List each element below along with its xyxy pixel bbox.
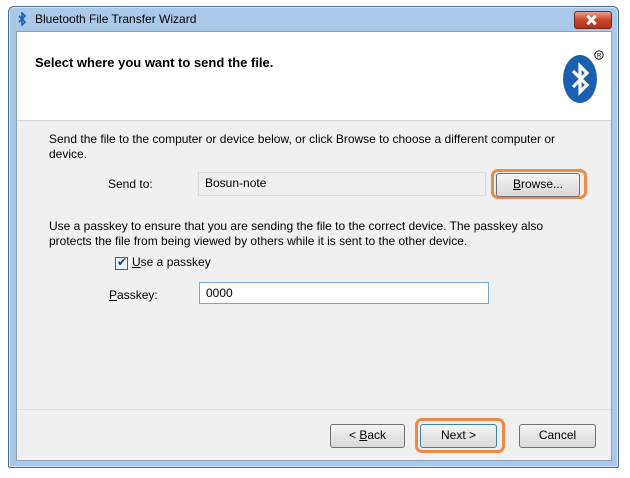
use-passkey-text: se a passkey: [140, 255, 211, 269]
wizard-header: Select where you want to send the file. …: [17, 32, 611, 121]
bluetooth-logo-icon: R: [563, 50, 604, 103]
browse-label: rowse...: [521, 177, 564, 191]
back-label: ack: [367, 428, 387, 442]
send-to-field: Bosun-note: [198, 172, 486, 196]
browse-hotkey: B: [512, 177, 521, 191]
send-description: Send the file to the computer or device …: [49, 132, 556, 161]
use-passkey-hotkey: U: [132, 255, 141, 269]
wizard-footer: < Back Next > Cancel: [17, 409, 611, 460]
passkey-label-text: asskey:: [117, 288, 158, 302]
page-title: Select where you want to send the file.: [35, 55, 274, 70]
browse-button[interactable]: Browse...: [496, 173, 580, 197]
next-button[interactable]: Next >: [420, 424, 497, 448]
cancel-button[interactable]: Cancel: [519, 424, 596, 448]
send-to-value: Bosun-note: [205, 176, 267, 190]
back-prefix: <: [348, 428, 360, 442]
use-passkey-checkbox[interactable]: ✔: [115, 255, 128, 270]
window-title: Bluetooth File Transfer Wizard: [35, 12, 197, 26]
back-button[interactable]: < Back: [330, 424, 405, 448]
wizard-window: Bluetooth File Transfer Wizard Select wh…: [8, 6, 619, 468]
close-button[interactable]: [574, 11, 612, 29]
use-passkey-label[interactable]: Use a passkey: [132, 255, 211, 269]
title-bar[interactable]: Bluetooth File Transfer Wizard: [9, 7, 618, 31]
bluetooth-icon: [18, 12, 27, 26]
send-to-label: Send to:: [108, 177, 153, 191]
passkey-input[interactable]: [199, 282, 489, 304]
passkey-label: Passkey:: [109, 288, 158, 302]
svg-text:R: R: [597, 54, 602, 60]
passkey-hotkey: P: [109, 288, 118, 302]
wizard-content: Select where you want to send the file. …: [16, 31, 612, 461]
checkmark-icon: ✔: [117, 255, 128, 269]
passkey-description: Use a passkey to ensure that you are sen…: [49, 219, 544, 248]
